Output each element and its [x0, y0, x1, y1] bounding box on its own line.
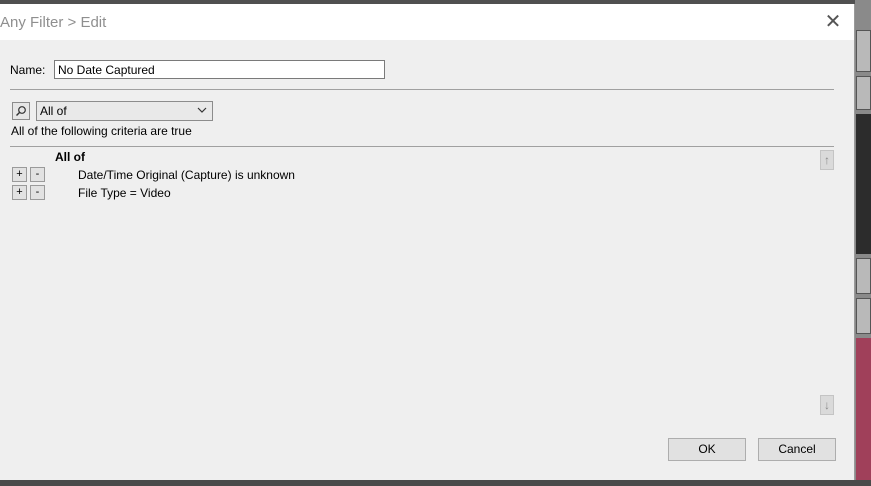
match-mode-value: All of: [40, 104, 67, 118]
background-thumbnail: [856, 298, 871, 334]
background-thumbnail: [856, 258, 871, 294]
background-thumbnail: [856, 114, 871, 254]
title-bar: Any Filter > Edit ✕: [0, 4, 854, 40]
background-thumbnail-strip: [855, 0, 871, 486]
name-label: Name:: [10, 63, 46, 77]
name-field[interactable]: [54, 60, 385, 79]
background-app-bottom: [0, 480, 871, 486]
divider: [10, 89, 834, 90]
rule-item[interactable]: Date/Time Original (Capture) is unknown: [78, 168, 295, 182]
arrow-down-icon[interactable]: ↓: [820, 395, 834, 415]
search-icon[interactable]: [12, 102, 30, 120]
arrow-up-icon[interactable]: ↑: [820, 150, 834, 170]
add-rule-button[interactable]: +: [12, 167, 27, 182]
remove-rule-button[interactable]: -: [30, 185, 45, 200]
background-thumbnail: [856, 76, 871, 110]
background-thumbnail: [856, 30, 871, 72]
divider: [10, 146, 834, 147]
rule-group-label: All of: [55, 150, 85, 164]
chevron-down-icon: [197, 103, 207, 120]
criteria-description: All of the following criteria are true: [11, 124, 192, 138]
cancel-button[interactable]: Cancel: [758, 438, 836, 461]
remove-rule-button[interactable]: -: [30, 167, 45, 182]
filter-edit-dialog: Any Filter > Edit ✕ Name: All of All of …: [0, 4, 855, 480]
background-thumbnail: [856, 338, 871, 480]
dialog-title: Any Filter > Edit: [0, 14, 107, 31]
match-mode-select[interactable]: All of: [36, 101, 213, 121]
add-rule-button[interactable]: +: [12, 185, 27, 200]
rule-item[interactable]: File Type = Video: [78, 186, 171, 200]
ok-button[interactable]: OK: [668, 438, 746, 461]
close-icon[interactable]: ✕: [818, 10, 848, 34]
